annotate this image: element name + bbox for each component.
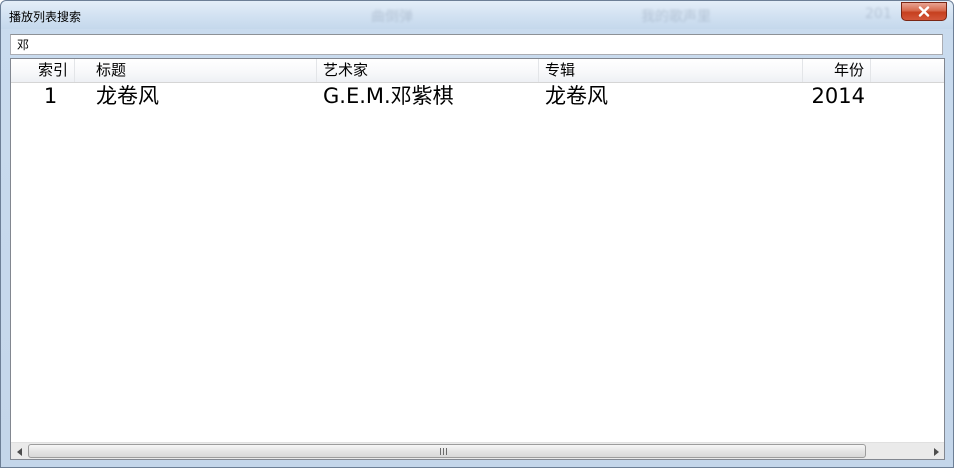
column-header-artist[interactable]: 艺术家 (317, 59, 539, 82)
close-icon (918, 6, 930, 17)
scroll-left-arrow-icon (16, 447, 22, 456)
results-list[interactable]: 索引 标题 艺术家 专辑 年份 1 龙卷风 G.E.M.邓紫棋 龙卷风 2014 (10, 58, 945, 460)
scroll-left-button[interactable] (11, 443, 28, 459)
cell-artist: G.E.M.邓紫棋 (323, 84, 454, 108)
scrollbar-grip-icon (440, 448, 449, 455)
column-header-album[interactable]: 专辑 (539, 59, 803, 82)
cell-album: 龙卷风 (545, 84, 608, 108)
search-input[interactable] (10, 34, 943, 55)
playlist-search-window: 播放列表搜索 曲倒弹 我的歌声里 201 索引 标题 艺术家 专辑 年份 1 龙… (0, 0, 954, 468)
background-window-text: 我的歌声里 (641, 9, 711, 25)
column-header-year[interactable]: 年份 (803, 59, 871, 82)
cell-index: 1 (43, 84, 58, 108)
background-window-text: 201 (865, 6, 892, 22)
scrollbar-thumb[interactable] (28, 444, 866, 458)
background-window-text: 曲倒弹 (371, 9, 413, 25)
horizontal-scrollbar[interactable] (11, 442, 944, 459)
scroll-right-button[interactable] (927, 443, 944, 459)
window-title: 播放列表搜索 (9, 10, 82, 24)
cell-year: 2014 (811, 84, 865, 108)
title-bar[interactable]: 播放列表搜索 曲倒弹 我的歌声里 201 (1, 1, 953, 29)
table-row[interactable]: 1 龙卷风 G.E.M.邓紫棋 龙卷风 2014 (11, 82, 944, 110)
scroll-right-arrow-icon (933, 447, 939, 456)
cell-title: 龙卷风 (96, 84, 159, 108)
column-header-index[interactable]: 索引 (11, 59, 75, 82)
close-button[interactable] (901, 2, 947, 21)
column-header-title[interactable]: 标题 (90, 59, 317, 82)
column-header-row: 索引 标题 艺术家 专辑 年份 (11, 59, 944, 83)
